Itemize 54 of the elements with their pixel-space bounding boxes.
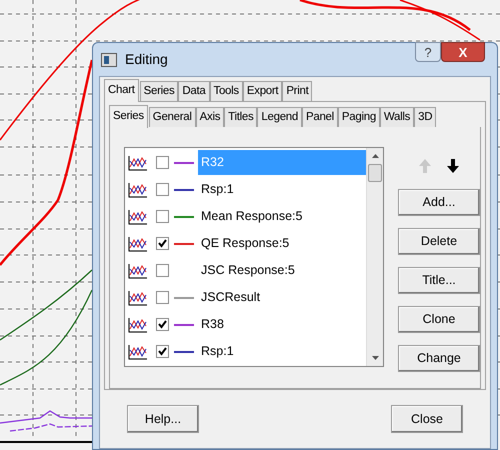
change-button[interactable]: Change — [398, 345, 480, 372]
tab[interactable]: Paging — [338, 107, 380, 127]
tab[interactable]: Walls — [380, 107, 414, 127]
title-button[interactable]: Title... — [398, 267, 480, 294]
scroll-down-icon[interactable] — [372, 356, 378, 360]
help-button[interactable]: Help... — [127, 405, 199, 433]
chart-series-icon — [128, 236, 148, 252]
tab[interactable]: Chart — [104, 79, 139, 102]
chart-series-icon — [128, 154, 148, 170]
tab[interactable]: Data — [178, 81, 210, 101]
delete-button[interactable]: Delete — [398, 228, 480, 255]
down-arrow-icon[interactable] — [447, 159, 459, 173]
checkbox[interactable] — [156, 237, 169, 250]
series-item[interactable]: Rsp:1 — [198, 339, 366, 364]
tab[interactable]: Legend — [257, 107, 302, 127]
checkbox[interactable] — [156, 318, 169, 331]
series-item[interactable]: JSCResult — [198, 285, 366, 310]
checkbox[interactable] — [156, 345, 169, 358]
scroll-up-icon[interactable] — [372, 154, 378, 158]
clone-button[interactable]: Clone — [398, 306, 480, 333]
close-button[interactable]: Close — [391, 405, 463, 433]
tab[interactable]: Tools — [210, 81, 243, 101]
tab[interactable]: 3D — [414, 107, 436, 127]
tab[interactable]: General — [148, 107, 196, 127]
chart-series-icon — [128, 262, 148, 278]
tab[interactable]: Titles — [224, 107, 258, 127]
tab[interactable]: Series — [140, 81, 178, 101]
checkbox[interactable] — [156, 291, 169, 304]
scroll-thumb[interactable] — [368, 164, 382, 182]
help-button[interactable]: ? — [415, 42, 441, 62]
chart-series-icon — [128, 316, 148, 332]
tab[interactable]: Axis — [196, 107, 224, 127]
tab[interactable]: Print — [282, 81, 312, 101]
chart-series-icon — [128, 182, 148, 198]
window-title: Editing — [125, 50, 168, 69]
tab[interactable]: Panel — [302, 107, 338, 127]
checkbox[interactable] — [156, 210, 169, 223]
series-item[interactable]: Rsp:1 — [198, 177, 366, 202]
chart-series-icon — [128, 208, 148, 224]
chart-series-icon — [128, 344, 148, 360]
series-item[interactable]: R38 — [198, 312, 366, 337]
series-item[interactable]: JSC Response:5 — [198, 258, 366, 283]
window-icon — [101, 52, 117, 66]
series-item[interactable]: QE Response:5 — [198, 231, 366, 256]
tab[interactable]: Series — [109, 105, 148, 128]
checkbox[interactable] — [156, 156, 169, 169]
checkbox[interactable] — [156, 264, 169, 277]
close-button[interactable]: X — [441, 42, 485, 62]
series-item[interactable]: Mean Response:5 — [198, 204, 366, 229]
tab[interactable]: Export — [242, 81, 282, 101]
add-button[interactable]: Add... — [398, 189, 480, 216]
checkbox[interactable] — [156, 183, 169, 196]
scrollbar[interactable] — [366, 148, 383, 366]
chart-series-icon — [128, 290, 148, 306]
